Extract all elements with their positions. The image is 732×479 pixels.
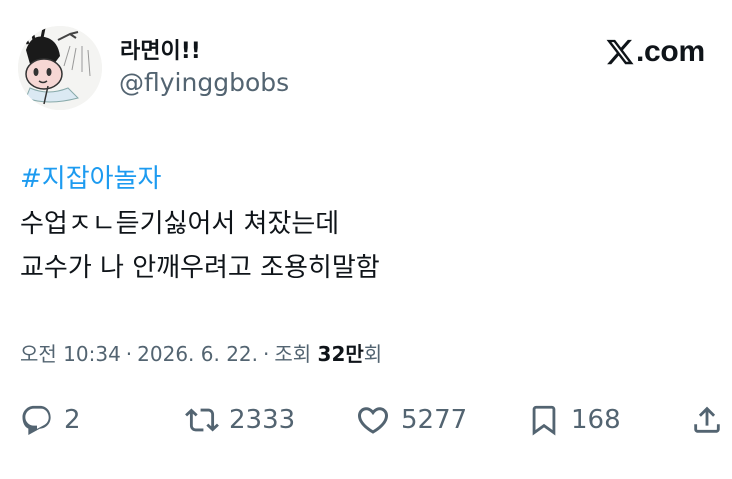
hashtag-link[interactable]: #지잡아놀자 <box>20 158 161 195</box>
user-handle[interactable]: @flyinggbobs <box>119 68 289 97</box>
bookmark-count: 168 <box>571 405 621 435</box>
avatar-illustration <box>18 26 102 110</box>
reply-button[interactable]: 2 <box>20 400 81 440</box>
share-icon <box>694 406 720 433</box>
like-count: 5277 <box>401 405 468 435</box>
x-logo-icon <box>606 39 634 65</box>
reply-icon <box>22 405 51 436</box>
x-logo-text: .com <box>636 35 705 68</box>
retweet-count: 2333 <box>229 405 296 435</box>
retweet-button[interactable]: 2333 <box>185 400 295 440</box>
tweet-date[interactable]: 2026. 6. 22. <box>137 342 258 366</box>
views-label: 조회 <box>274 342 312 366</box>
like-button[interactable]: 5277 <box>355 400 467 440</box>
meta-separator: · <box>125 342 133 366</box>
bookmark-icon <box>532 405 556 436</box>
meta-separator: · <box>263 342 270 366</box>
display-name[interactable]: 라면이!! <box>120 33 201 65</box>
reply-count: 2 <box>64 405 81 435</box>
retweet-icon <box>185 408 219 432</box>
views-count: 32만 <box>317 342 364 366</box>
bookmark-button[interactable]: 168 <box>527 400 621 440</box>
tweet-text-line: 수업ㅈㄴ듣기싫어서 쳐잤는데 <box>20 209 340 239</box>
tweet-text-line: 교수가 나 안깨우려고 조용히말함 <box>20 253 380 283</box>
like-icon <box>357 407 389 434</box>
avatar[interactable] <box>18 26 102 110</box>
tweet-card: 라면이!! @flyinggbobs .com #지잡아놀자 수업ㅈㄴ듣기싫어서… <box>0 0 732 479</box>
tweet-time[interactable]: 오전 10:34 <box>20 342 121 366</box>
share-button[interactable] <box>690 400 724 440</box>
tweet-meta: 오전 10:34 · 2026. 6. 22. · 조회 32만회 <box>20 338 382 367</box>
views-suffix: 회 <box>363 342 383 366</box>
x-logo[interactable]: .com <box>605 34 705 70</box>
